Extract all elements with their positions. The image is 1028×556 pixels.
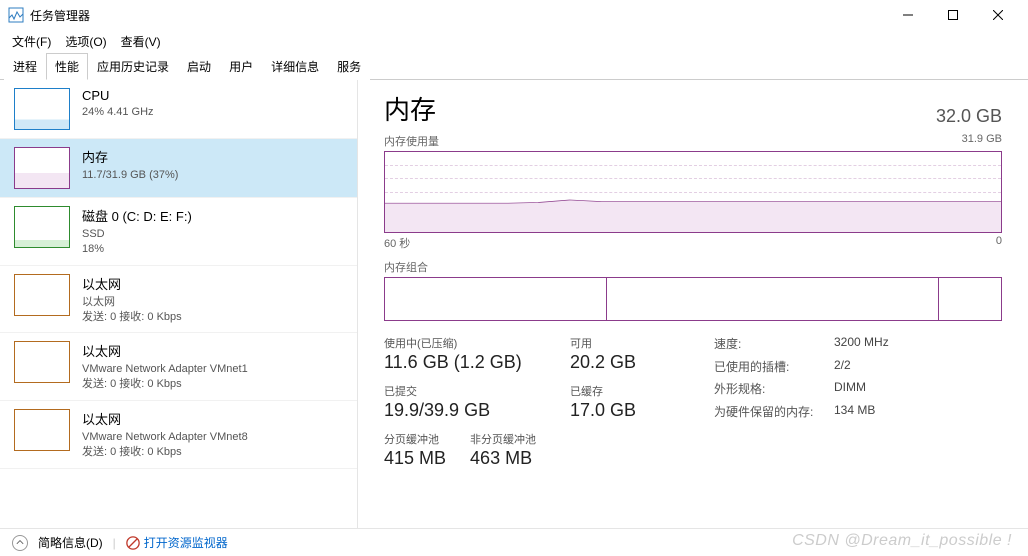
sidebar-item-name: 以太网 [82,274,182,293]
committed-value: 19.9/39.9 GB [384,400,564,421]
sidebar-item-name: 以太网 [82,341,248,360]
available-value: 20.2 GB [570,352,680,373]
sidebar-thumbnail [14,147,70,189]
paged-label: 分页缓冲池 [384,431,446,447]
cached-label: 已缓存 [570,383,680,399]
slots-value: 2/2 [834,358,889,377]
committed-label: 已提交 [384,383,564,399]
tab-services[interactable]: 服务 [328,53,370,80]
tab-performance[interactable]: 性能 [46,53,88,80]
resource-monitor-icon [126,536,140,550]
nonpaged-value: 463 MB [470,448,536,469]
sidebar-thumbnail [14,88,70,130]
sidebar-item-eth1-3[interactable]: 以太网以太网发送: 0 接收: 0 Kbps [0,266,357,334]
stats-grid: 使用中(已压缩) 11.6 GB (1.2 GB) 可用 20.2 GB 已提交… [384,335,680,421]
brief-info-link[interactable]: 简略信息(D) [38,534,103,551]
menu-bar: 文件(F) 选项(O) 查看(V) [0,30,1028,52]
menu-options[interactable]: 选项(O) [65,33,106,50]
sidebar-item-cpu-0[interactable]: CPU 24% 4.41 GHz [0,80,357,139]
sidebar-item-sub1: SSD [82,227,192,242]
tab-startup[interactable]: 启动 [178,53,220,80]
sidebar-thumbnail [14,206,70,248]
sidebar-thumbnail [14,409,70,451]
sidebar-item-name: CPU [82,88,154,103]
form-value: DIMM [834,380,889,399]
collapse-toggle[interactable] [12,535,28,551]
menu-view[interactable]: 查看(V) [121,33,161,50]
sidebar-item-sub2: 18% [82,242,192,257]
sidebar-item-sub2: 发送: 0 接收: 0 Kbps [82,310,182,325]
speed-key: 速度: [714,335,834,354]
maximize-button[interactable] [930,0,975,30]
sidebar[interactable]: CPU 24% 4.41 GHz 内存 11.7/31.9 GB (37%) 磁盘 0 … [0,80,358,528]
x-axis-left: 60 秒 [384,235,410,251]
page-title: 内存 [384,90,436,127]
tab-app-history[interactable]: 应用历史记录 [88,53,178,80]
in-use-value: 11.6 GB (1.2 GB) [384,352,564,373]
resource-monitor-label: 打开资源监视器 [144,534,228,551]
cached-value: 17.0 GB [570,400,680,421]
main-panel: 内存 32.0 GB 内存使用量 31.9 GB 60 秒 0 内存组合 [358,80,1028,528]
tab-users[interactable]: 用户 [220,53,262,80]
minimize-button[interactable] [885,0,930,30]
memory-composition-chart[interactable] [384,277,1002,321]
content-area: CPU 24% 4.41 GHz 内存 11.7/31.9 GB (37%) 磁盘 0 … [0,80,1028,528]
sidebar-item-sub2: 发送: 0 接收: 0 Kbps [82,445,248,460]
sidebar-item-sub1: 24% 4.41 GHz [82,105,154,120]
sidebar-item-mem-1[interactable]: 内存 11.7/31.9 GB (37%) [0,139,357,198]
chevron-down-icon [16,539,24,547]
hw-key: 为硬件保留的内存: [714,403,834,422]
sidebar-item-sub1: 以太网 [82,295,182,310]
sidebar-item-blank-4[interactable]: 以太网 VMware Network Adapter VMnet1发送: 0 接收… [0,333,357,401]
sidebar-item-name: 磁盘 0 (C: D: E: F:) [82,206,192,225]
tab-details[interactable]: 详细信息 [262,53,328,80]
tab-processes[interactable]: 进程 [4,53,46,80]
window-title: 任务管理器 [30,7,90,24]
form-key: 外形规格: [714,380,834,399]
available-label: 可用 [570,335,680,351]
hw-value: 134 MB [834,403,889,422]
menu-file[interactable]: 文件(F) [12,33,51,50]
sidebar-item-disk-2[interactable]: 磁盘 0 (C: D: E: F:) SSD18% [0,198,357,266]
composition-label: 内存组合 [384,259,1002,275]
spec-grid: 速度: 3200 MHz 已使用的插槽: 2/2 外形规格: DIMM 为硬件保… [714,335,889,421]
usage-chart-label: 内存使用量 [384,133,439,149]
speed-value: 3200 MHz [834,335,889,354]
watermark: CSDN @Dream_it_possible ! [792,532,1012,550]
sidebar-item-name: 以太网 [82,409,248,428]
slots-key: 已使用的插槽: [714,358,834,377]
in-use-label: 使用中(已压缩) [384,335,564,351]
tab-bar: 进程 性能 应用历史记录 启动 用户 详细信息 服务 [0,52,1028,80]
app-icon [8,7,24,23]
sidebar-item-sub1: 11.7/31.9 GB (37%) [82,168,178,183]
sidebar-thumbnail [14,341,70,383]
open-resource-monitor[interactable]: 打开资源监视器 [126,534,228,551]
close-button[interactable] [975,0,1020,30]
paged-value: 415 MB [384,448,446,469]
nonpaged-label: 非分页缓冲池 [470,431,536,447]
sidebar-item-sub1: VMware Network Adapter VMnet1 [82,362,248,377]
memory-total: 32.0 GB [936,106,1002,127]
sidebar-item-sub2: 发送: 0 接收: 0 Kbps [82,377,248,392]
x-axis-right: 0 [996,235,1002,251]
usage-chart-max: 31.9 GB [962,133,1002,149]
sidebar-item-sub1: VMware Network Adapter VMnet8 [82,430,248,445]
title-bar: 任务管理器 [0,0,1028,30]
sidebar-item-name: 内存 [82,147,178,166]
sidebar-thumbnail [14,274,70,316]
sidebar-item-blank-5[interactable]: 以太网 VMware Network Adapter VMnet8发送: 0 接收… [0,401,357,469]
memory-usage-chart[interactable] [384,151,1002,233]
